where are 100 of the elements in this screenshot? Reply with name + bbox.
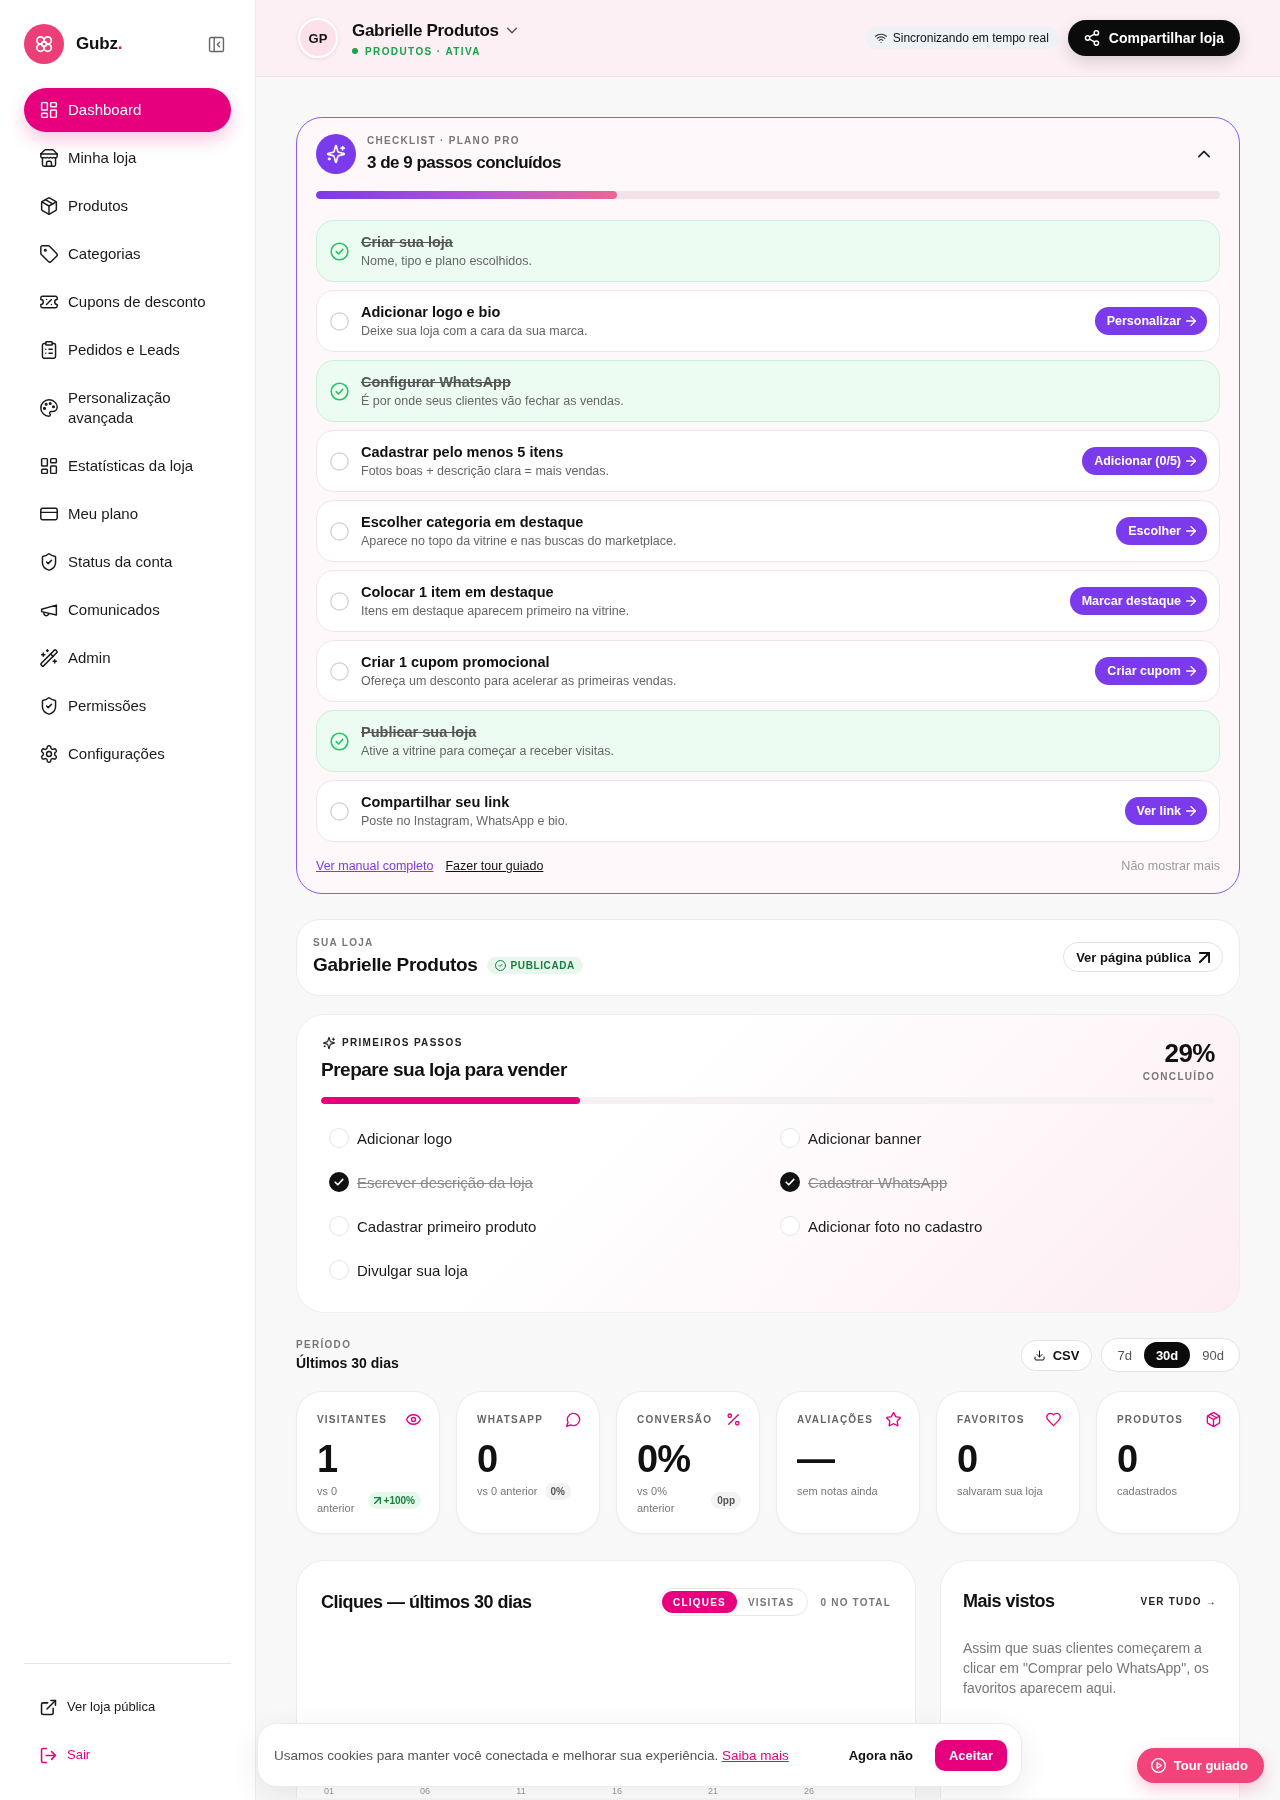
step-title: Escolher categoria em destaque (361, 512, 585, 531)
checkbox-icon[interactable] (329, 1260, 349, 1280)
range-option[interactable]: 7d (1105, 1342, 1144, 1368)
public-page-button[interactable]: Ver página pública (1063, 942, 1223, 972)
nav-item[interactable]: Status da conta (24, 540, 231, 584)
task-label: Adicionar logo (357, 1129, 453, 1147)
task-label: Adicionar foto no cadastro (808, 1217, 983, 1235)
magic-wand-icon (40, 649, 58, 667)
export-button[interactable]: CSV (1020, 1339, 1093, 1371)
arrow-right-icon (1186, 666, 1196, 676)
nav-item[interactable]: Cupons de desconto (24, 280, 231, 324)
stat-label: FAVORITOS (957, 1413, 1025, 1425)
view-all-link[interactable]: VER TUDO → (1140, 1595, 1217, 1607)
step-description: Fotos boas + descrição clara = mais vendas. (361, 462, 611, 480)
chart-total: 0 NO TOTAL (820, 1596, 891, 1608)
step-action-button[interactable]: Escolher (1116, 517, 1207, 545)
stat-label: VISITANTES (317, 1413, 388, 1425)
checkbox-icon[interactable] (329, 1172, 349, 1192)
percent-icon (726, 1411, 741, 1427)
shield-check-icon (40, 697, 58, 715)
axis-label: 21 (707, 1786, 719, 1796)
step-title: Colocar 1 item em destaque (361, 582, 555, 601)
tour-button[interactable]: Tour guiado (1136, 1748, 1264, 1783)
decline-button[interactable]: Agora não (844, 1747, 917, 1763)
chart-title: Cliques — últimos 30 dias (321, 1591, 532, 1613)
step-action-button[interactable]: Marcar destaque (1069, 587, 1207, 615)
footer-link[interactable]: Fazer tour guiado (445, 857, 544, 875)
brand-name: Gubz. (76, 34, 123, 54)
chevron-up-icon[interactable] (1198, 150, 1210, 158)
sidebar-panel-icon[interactable] (208, 35, 225, 53)
metric-option[interactable]: CLIQUES (662, 1591, 737, 1613)
nav-item[interactable]: Produtos (24, 184, 231, 228)
stat-value: 0 (477, 1437, 499, 1481)
step-description: Aparece no topo da vitrine e nas buscas do marketplace. (361, 532, 678, 550)
arrow-right-icon (1186, 316, 1196, 326)
eye-icon (406, 1411, 421, 1427)
play-icon (1150, 1758, 1166, 1773)
sidebar-link[interactable]: Sair (24, 1733, 231, 1777)
step-action-button[interactable]: Ver link (1124, 797, 1207, 825)
checkbox-icon[interactable] (780, 1172, 800, 1192)
checklist-eyebrow: CHECKLIST · PLANO PRO (367, 135, 521, 147)
box-icon (40, 197, 58, 215)
checkbox-icon[interactable] (780, 1128, 800, 1148)
step-action-button[interactable]: Personalizar (1094, 307, 1207, 335)
trend-value: +100% (383, 1493, 415, 1507)
nav-item[interactable]: Pedidos e Leads (24, 328, 231, 372)
step-title: Compartilhar seu link (361, 792, 511, 811)
accept-button[interactable]: Aceitar (934, 1739, 1007, 1771)
step-title: Adicionar logo e bio (361, 302, 502, 321)
axis-label: 26 (803, 1786, 815, 1796)
share-button[interactable]: Compartilhar loja (1067, 20, 1240, 56)
step-title: Criar sua loja (361, 232, 454, 251)
nav-item[interactable]: Meu plano (24, 492, 231, 536)
nav-item[interactable]: Permissões (24, 684, 231, 728)
nav-item[interactable]: Minha loja (24, 136, 231, 180)
wifi-icon (874, 32, 887, 44)
palette-icon (40, 399, 58, 417)
metric-option[interactable]: VISITAS (736, 1591, 806, 1613)
nav-item[interactable]: Comunicados (24, 588, 231, 632)
grid-icon (40, 457, 58, 475)
step-title: Cadastrar pelo menos 5 itens (361, 442, 565, 461)
stat-caption: vs 0 anterior (317, 1484, 356, 1516)
step-action-button[interactable]: Criar cupom (1095, 657, 1207, 685)
tag-icon (40, 245, 58, 263)
learn-more-link[interactable]: Saiba mais (722, 1747, 789, 1763)
range-option[interactable]: 30d (1143, 1342, 1191, 1368)
task-label: Divulgar sua loja (357, 1261, 468, 1279)
nav-item[interactable]: Personalização avançada (24, 376, 231, 440)
stat-value: 0 (1117, 1437, 1139, 1481)
trend-value: 0pp (717, 1493, 735, 1507)
nav-item[interactable]: Estatísticas da loja (24, 444, 231, 488)
step-title: Criar 1 cupom promocional (361, 652, 551, 671)
footer-link[interactable]: Ver manual completo (316, 857, 434, 875)
arrow-up-right-icon (373, 1496, 381, 1504)
checkbox-icon[interactable] (329, 1128, 349, 1148)
store-switcher[interactable]: Gabrielle Produtos (352, 19, 517, 42)
range-option[interactable]: 90d (1190, 1342, 1236, 1368)
stat-label: AVALIAÇÕES (797, 1413, 874, 1425)
nav-item[interactable]: Dashboard (24, 88, 231, 132)
box-icon (1206, 1411, 1221, 1427)
arrow-right-icon (1186, 596, 1196, 606)
step-description: Ative a vitrine para começar a receber visitas. (361, 742, 615, 760)
stat-value: 1 (317, 1437, 339, 1481)
completion-label: CONCLUÍDO (1142, 1071, 1215, 1083)
period-value: Últimos 30 dias (296, 1355, 399, 1371)
step-action-button[interactable]: Adicionar (0/5) (1082, 447, 1207, 475)
arrow-right-icon (1186, 526, 1196, 536)
sidebar-link[interactable]: Ver loja pública (24, 1685, 231, 1729)
axis-label: 06 (419, 1786, 431, 1796)
checkbox-icon[interactable] (329, 1216, 349, 1236)
store-eyebrow: SUA LOJA (313, 937, 375, 949)
sync-label: Sincronizando em tempo real (892, 31, 1049, 45)
store-name: Gabrielle Produtos (313, 953, 478, 977)
grid-icon (40, 101, 58, 119)
avatar: GP (298, 18, 338, 58)
checkbox-icon[interactable] (780, 1216, 800, 1236)
nav-item[interactable]: Admin (24, 636, 231, 680)
nav-item[interactable]: Configurações (24, 732, 231, 776)
nav-item[interactable]: Categorias (24, 232, 231, 276)
trend-value: 0% (550, 1485, 565, 1498)
